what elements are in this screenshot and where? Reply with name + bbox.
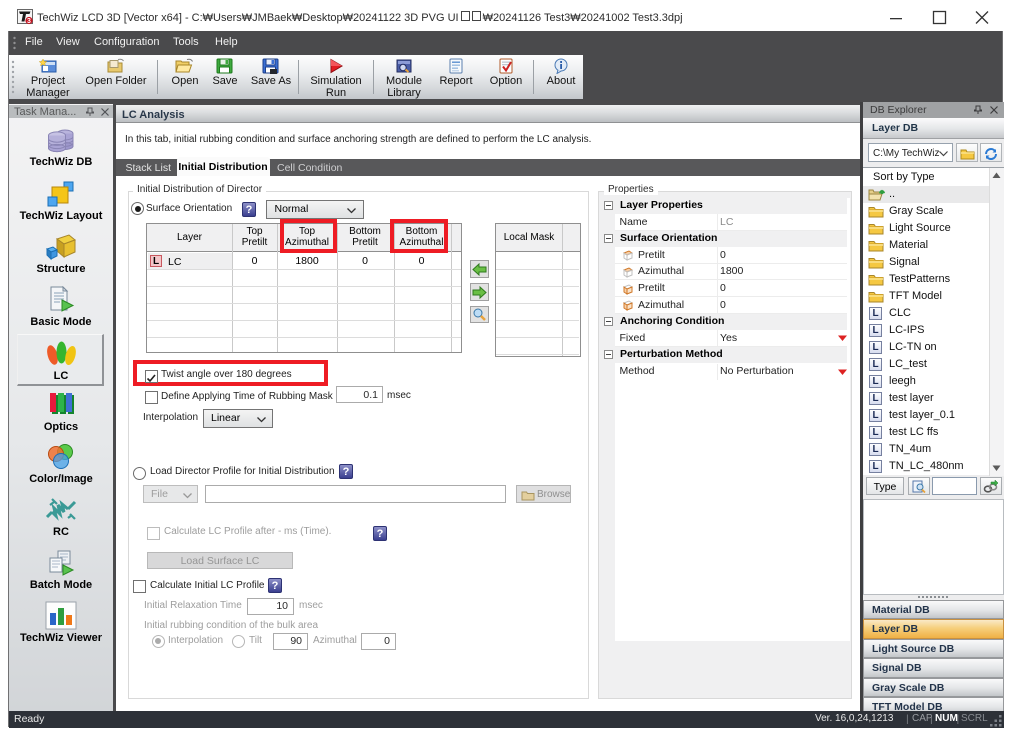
svg-text:3: 3: [27, 18, 31, 25]
